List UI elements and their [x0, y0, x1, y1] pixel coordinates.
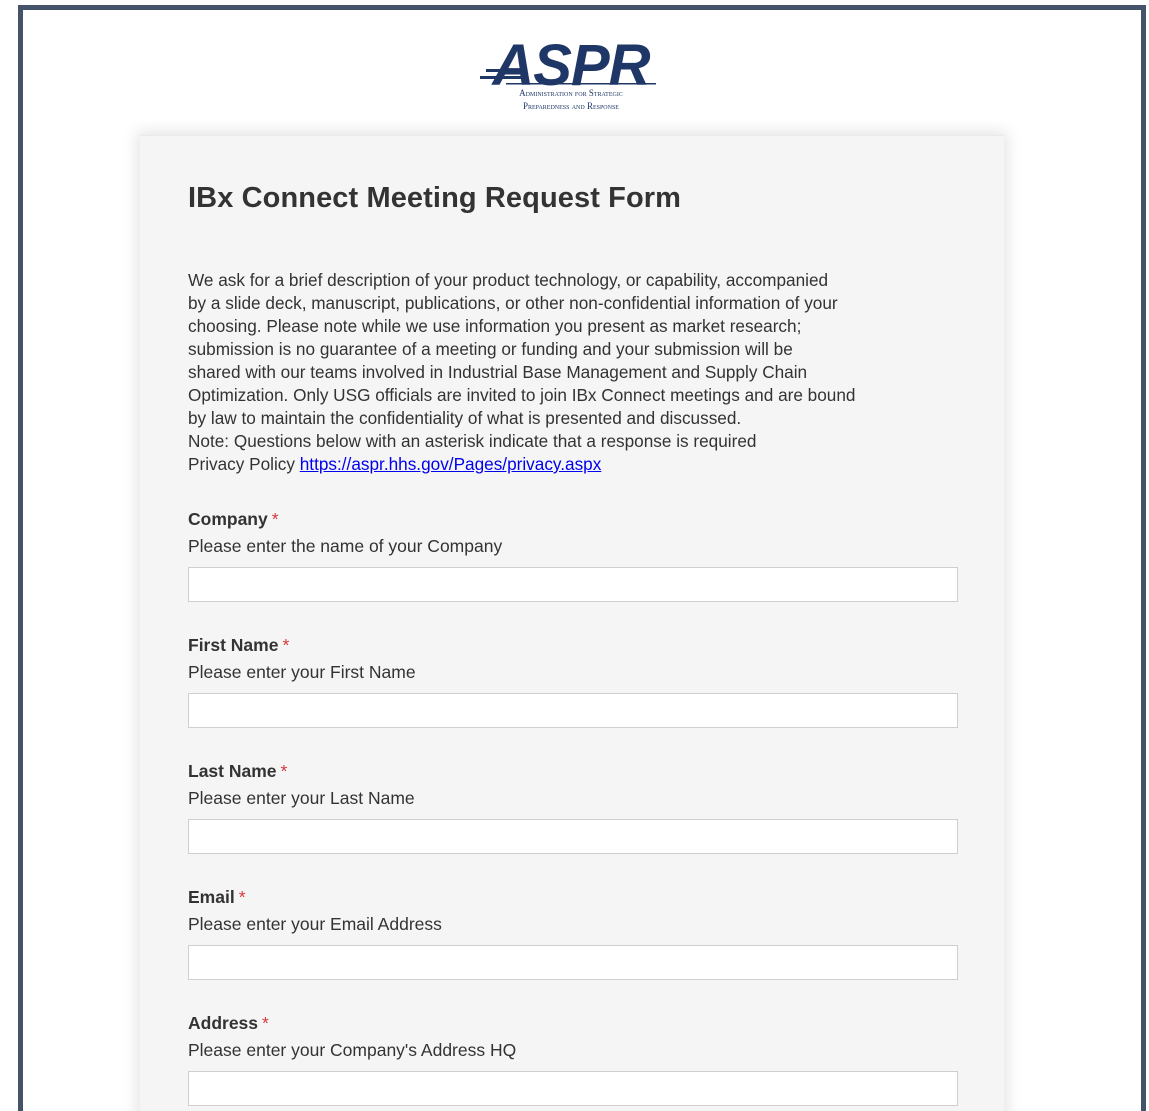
description-line: by a slide deck, manuscript, publication…	[188, 293, 838, 313]
last-name-label: Last Name *	[188, 760, 958, 782]
privacy-policy-line: Privacy Policy https://aspr.hhs.gov/Page…	[188, 453, 968, 476]
email-input[interactable]	[188, 945, 958, 980]
email-label: Email *	[188, 886, 958, 908]
company-input[interactable]	[188, 567, 958, 602]
address-label-text: Address	[188, 1013, 259, 1033]
last-name-help-text: Please enter your Last Name	[188, 788, 415, 808]
first-name-help-text: Please enter your First Name	[188, 662, 416, 682]
last-name-field-group: Last Name * Please enter your Last Name	[188, 760, 958, 854]
address-field-group: Address * Please enter your Company's Add…	[188, 1012, 958, 1106]
address-input[interactable]	[188, 1071, 958, 1106]
required-asterisk: *	[238, 887, 246, 907]
privacy-policy-label: Privacy Policy	[188, 454, 295, 474]
form-title: IBx Connect Meeting Request Form	[188, 182, 682, 214]
page-frame: ASPR Administration for Strategic Prepar…	[18, 5, 1146, 1111]
company-help-text: Please enter the name of your Company	[188, 536, 503, 556]
first-name-label-text: First Name	[188, 635, 279, 655]
description-line: submission is no guarantee of a meeting …	[188, 339, 793, 359]
description-line: Optimization. Only USG officials are inv…	[188, 385, 856, 405]
email-field-group: Email * Please enter your Email Address	[188, 886, 958, 980]
description-line: shared with our teams involved in Indust…	[188, 362, 808, 382]
description-line: by law to maintain the confidentiality o…	[188, 408, 742, 428]
logo-line-2: Preparedness and Response	[523, 101, 619, 111]
form-description: We ask for a brief description of your p…	[188, 269, 968, 476]
required-asterisk: *	[262, 1013, 269, 1033]
company-label: Company *	[188, 508, 958, 530]
email-label-text: Email	[188, 887, 235, 907]
privacy-policy-link[interactable]: https://aspr.hhs.gov/Pages/privacy.aspx	[300, 454, 602, 474]
last-name-label-text: Last Name	[188, 761, 277, 781]
address-label: Address *	[188, 1012, 958, 1034]
description-line: choosing. Please note while we use infor…	[188, 316, 802, 336]
email-help-text: Please enter your Email Address	[188, 914, 442, 934]
aspr-logo: ASPR Administration for Strategic Prepar…	[480, 33, 656, 111]
address-help-text: Please enter your Company's Address HQ	[188, 1040, 517, 1060]
last-name-input[interactable]	[188, 819, 958, 854]
first-name-label: First Name *	[188, 634, 958, 656]
company-field-group: Company * Please enter the name of your C…	[188, 508, 958, 602]
required-asterisk: *	[280, 761, 288, 781]
description-line: Note: Questions below with an asterisk i…	[188, 431, 757, 451]
first-name-input[interactable]	[188, 693, 958, 728]
form-card: IBx Connect Meeting Request Form We ask …	[140, 135, 1004, 1111]
required-asterisk: *	[282, 635, 290, 655]
company-label-text: Company	[188, 509, 268, 529]
required-asterisk: *	[271, 509, 279, 529]
logo-line-1: Administration for Strategic	[519, 88, 623, 98]
first-name-field-group: First Name * Please enter your First Name	[188, 634, 958, 728]
description-line: We ask for a brief description of your p…	[188, 270, 829, 290]
